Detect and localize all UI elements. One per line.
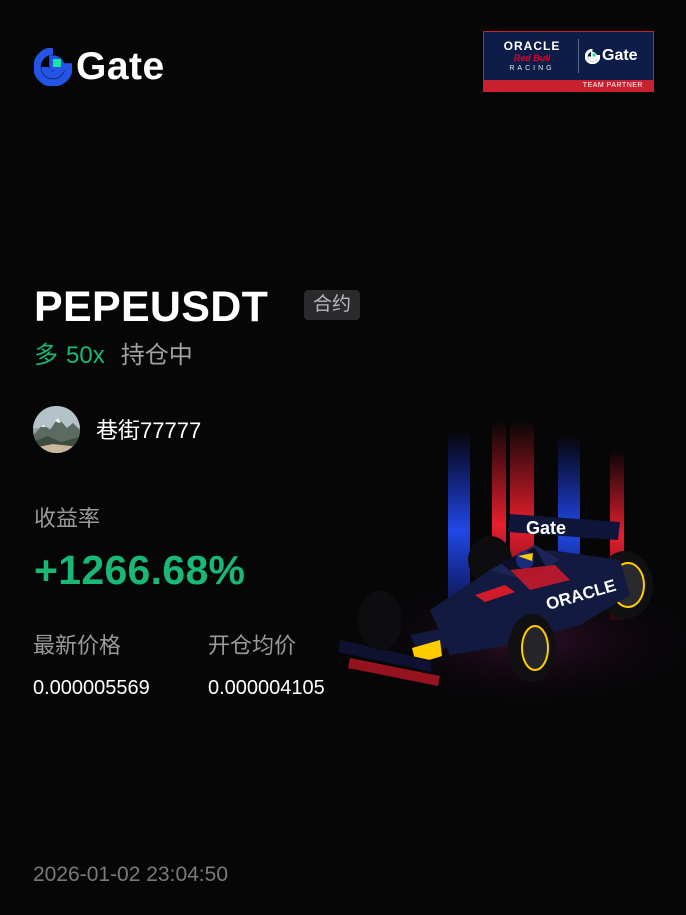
roi-label: 收益率 — [34, 506, 101, 531]
latest-price-value: 0.000005569 — [33, 677, 150, 699]
oracle-red-bull-racing-logo: ORACLE Red Bull RACING — [484, 38, 572, 73]
oracle-text: ORACLE — [503, 38, 561, 53]
gate-logo: Gate — [34, 45, 165, 88]
team-partner-badge: ORACLE Red Bull RACING Gate TEAM PARTNER — [483, 31, 654, 92]
badge-gate-text: Gate — [602, 47, 638, 64]
user-avatar-mountain — [33, 406, 80, 453]
contract-tag: 合约 — [304, 290, 361, 320]
badge-gate-logo: Gate — [585, 47, 638, 65]
team-partner-text: TEAM PARTNER — [582, 82, 643, 89]
gate-logo-icon — [585, 48, 600, 64]
timestamp: 2026-01-02 23:04:50 — [33, 863, 228, 886]
racing-text: RACING — [509, 64, 555, 72]
position-info: 多 50x 持仓中 — [34, 341, 193, 371]
position-direction: 多 — [34, 342, 58, 369]
entry-price-value: 0.000004105 — [208, 677, 325, 699]
roi-value: +1266.68% — [34, 547, 246, 593]
latest-price-label: 最新价格 — [33, 633, 122, 658]
car-wing-text: Gate — [526, 518, 566, 538]
entry-price-label: 开仓均价 — [208, 633, 297, 658]
red-bull-f1-car-illustration: Gate ORACLE — [330, 420, 686, 710]
trading-pair: PEPEUSDT — [34, 283, 269, 331]
brand-name: Gate — [76, 45, 165, 88]
gate-logo-icon — [34, 48, 72, 86]
badge-footer: TEAM PARTNER — [484, 80, 653, 91]
badge-divider — [578, 39, 579, 73]
position-leverage: 50x — [66, 342, 105, 369]
red-bull-text: Red Bull — [513, 52, 551, 63]
username: 巷街77777 — [96, 418, 202, 443]
position-status: 持仓中 — [120, 342, 193, 369]
